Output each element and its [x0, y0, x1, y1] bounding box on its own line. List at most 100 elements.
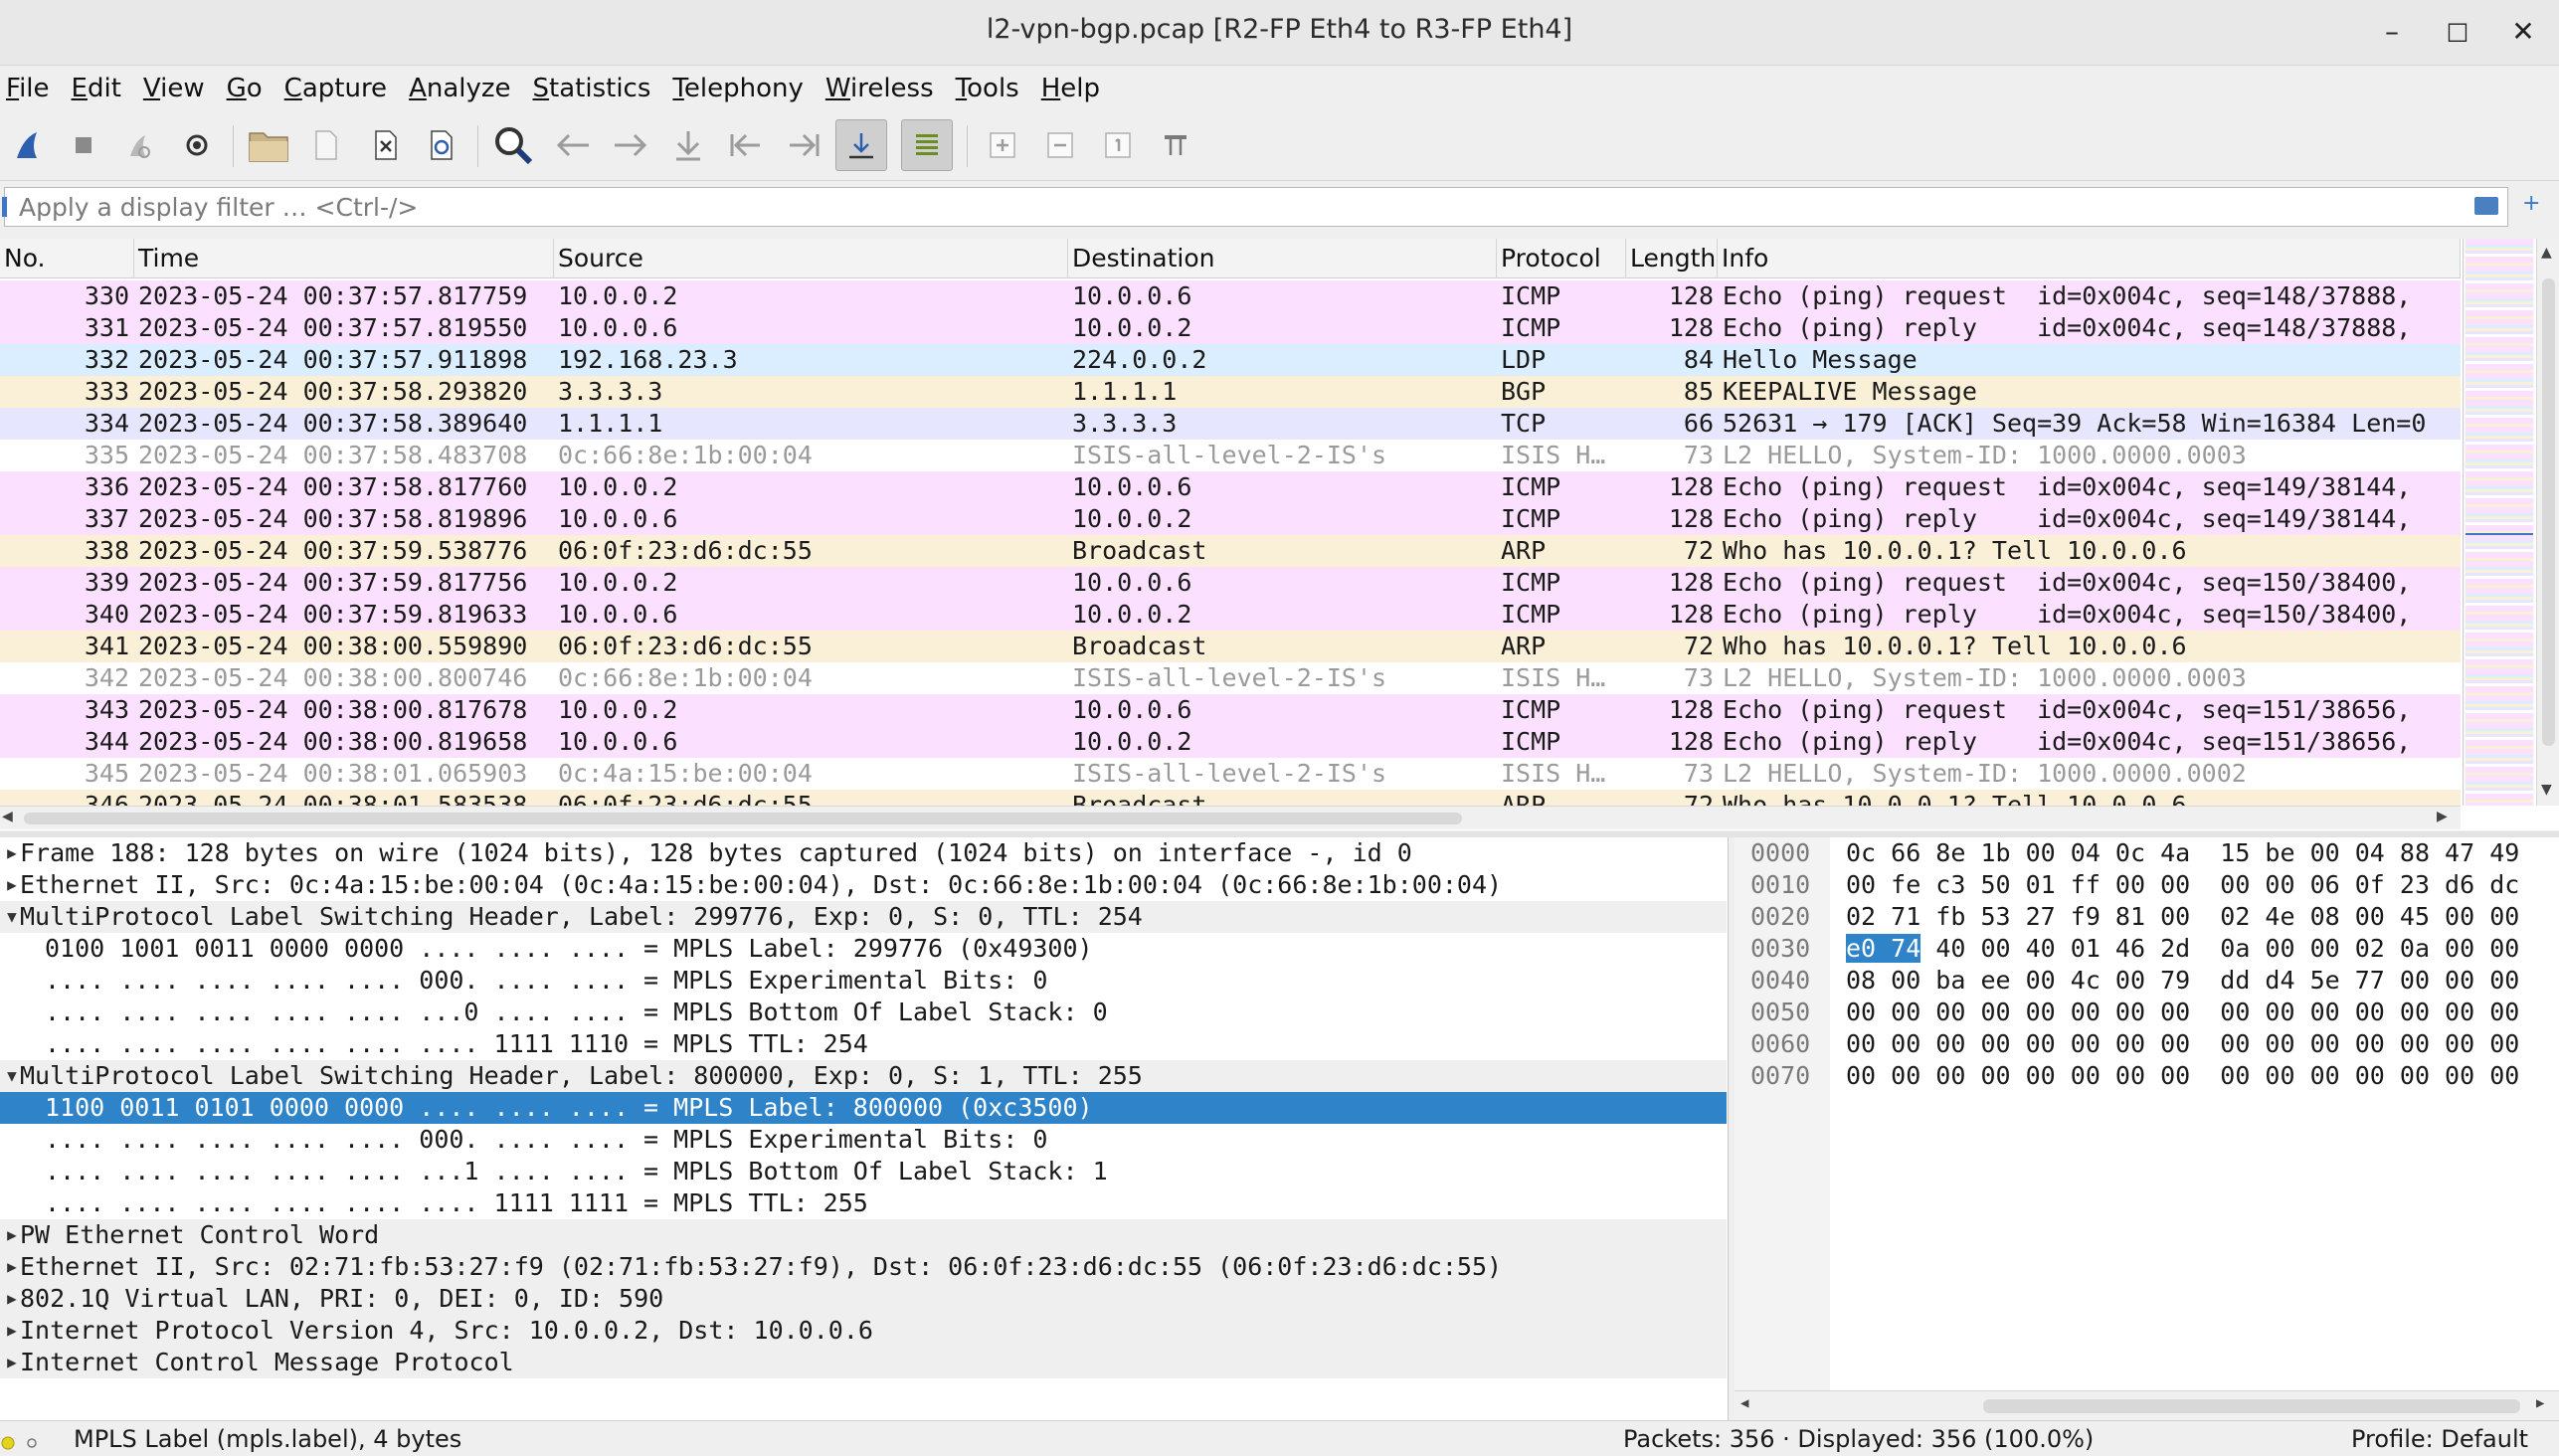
packet-list-horizontal-scrollbar[interactable]: ◀ ▶ [0, 806, 2461, 829]
tree-field-row[interactable]: .... .... .... .... .... 000. .... .... … [0, 1124, 1727, 1156]
bytes-scroll-thumb[interactable] [1983, 1399, 2520, 1413]
reload-file-button[interactable] [416, 119, 467, 171]
expand-arrow-icon[interactable]: ▶ [2, 1219, 22, 1251]
packet-row[interactable]: 339 2023-05-24 00:37:59.817756 10.0.0.2 10.… [0, 567, 2461, 599]
bytes-scroll-left-icon[interactable]: ◀ [1740, 1395, 1748, 1411]
start-capture-button[interactable] [2, 119, 54, 171]
bytes-scroll-right-icon[interactable]: ▶ [2536, 1395, 2544, 1411]
filter-expression-icon[interactable] [2474, 197, 2498, 215]
scroll-down-icon[interactable]: ▼ [2541, 782, 2552, 798]
tree-field-row[interactable]: .... .... .... .... .... .... 1111 1110 … [0, 1028, 1727, 1060]
menu-wireless[interactable]: Wireless [825, 74, 934, 103]
packet-row[interactable]: 335 2023-05-24 00:37:58.483708 0c:66:8e:1b… [0, 440, 2461, 471]
filter-bookmark-icon[interactable] [2, 197, 7, 217]
expert-info-icon[interactable] [0, 1428, 22, 1450]
packet-row[interactable]: 341 2023-05-24 00:38:00.559890 06:0f:23:d6… [0, 631, 2461, 662]
tree-field-row[interactable]: .... .... .... .... .... ...0 .... .... … [0, 997, 1727, 1028]
packet-row[interactable]: 333 2023-05-24 00:37:58.293820 3.3.3.3 1.1.… [0, 376, 2461, 408]
packet-row[interactable]: 337 2023-05-24 00:37:58.819896 10.0.0.6 10.… [0, 503, 2461, 535]
hex-bytes-row[interactable]: 02 71 fb 53 27 f9 81 00 02 4e 08 00 45 0… [1846, 901, 2559, 933]
hex-bytes-row[interactable]: 0c 66 8e 1b 00 04 0c 4a 15 be 00 04 88 4… [1846, 837, 2559, 869]
colorize-button[interactable] [901, 119, 953, 171]
find-packet-button[interactable] [487, 119, 539, 171]
column-header-time[interactable]: Time [134, 239, 554, 278]
restart-capture-button[interactable] [113, 119, 165, 171]
packet-row[interactable]: 330 2023-05-24 00:37:57.817759 10.0.0.2 10.… [0, 280, 2461, 312]
stop-capture-button[interactable] [58, 119, 109, 171]
tree-section-row[interactable]: ▼ MultiProtocol Label Switching Header, L… [0, 901, 1727, 933]
packet-row[interactable]: 338 2023-05-24 00:37:59.538776 06:0f:23:d6… [0, 535, 2461, 567]
scroll-right-icon[interactable]: ▶ [2437, 809, 2448, 824]
packet-minimap[interactable] [2463, 239, 2534, 806]
packet-row[interactable]: 342 2023-05-24 00:38:00.800746 0c:66:8e:1b… [0, 662, 2461, 694]
packet-row[interactable]: 346 2023-05-24 00:38:01.583538 06:0f:23:d6… [0, 790, 2461, 806]
go-back-button[interactable] [547, 119, 599, 171]
go-to-packet-button[interactable] [662, 119, 714, 171]
expand-arrow-icon[interactable]: ▶ [2, 1347, 22, 1378]
display-filter-input[interactable] [4, 187, 2508, 227]
packet-row[interactable]: 334 2023-05-24 00:37:58.389640 1.1.1.1 3.3.… [0, 408, 2461, 440]
open-file-button[interactable] [243, 119, 294, 171]
column-header-info[interactable]: Info [1718, 239, 2461, 278]
menu-telephony[interactable]: Telephony [672, 74, 803, 103]
menu-file[interactable]: File [6, 74, 50, 103]
hex-bytes-row[interactable]: 00 fe c3 50 01 ff 00 00 00 00 06 0f 23 d… [1846, 869, 2559, 901]
packet-row[interactable]: 343 2023-05-24 00:38:00.817678 10.0.0.2 10.… [0, 694, 2461, 726]
column-header-length[interactable]: Length [1626, 239, 1718, 278]
last-packet-button[interactable] [778, 119, 829, 171]
menu-statistics[interactable]: Statistics [533, 74, 651, 103]
hex-bytes-row[interactable]: 00 00 00 00 00 00 00 00 00 00 00 00 00 0… [1846, 997, 2559, 1028]
column-header-source[interactable]: Source [554, 239, 1068, 278]
tree-field-row[interactable]: 1100 0011 0101 0000 0000 .... .... .... … [0, 1092, 1727, 1124]
maximize-button[interactable]: □ [2433, 8, 2482, 54]
menu-edit[interactable]: Edit [72, 74, 121, 103]
scroll-up-icon[interactable]: ▲ [2541, 245, 2552, 261]
menu-capture[interactable]: Capture [284, 74, 387, 103]
tree-field-row[interactable]: .... .... .... .... .... ...1 .... .... … [0, 1156, 1727, 1187]
tree-section-row[interactable]: ▶ Frame 188: 128 bytes on wire (1024 bits… [0, 837, 1727, 869]
packet-row[interactable]: 340 2023-05-24 00:37:59.819633 10.0.0.6 10.… [0, 599, 2461, 631]
hex-bytes-row[interactable]: e0 74 40 00 40 01 46 2d 0a 00 00 02 0a 0… [1846, 933, 2559, 965]
tree-section-row[interactable]: ▶ Internet Control Message Protocol [0, 1347, 1727, 1378]
minimize-button[interactable]: – [2367, 8, 2417, 54]
add-filter-button-icon[interactable]: + [2522, 191, 2540, 216]
tree-section-row[interactable]: ▶ 802.1Q Virtual LAN, PRI: 0, DEI: 0, ID:… [0, 1283, 1727, 1315]
packet-row[interactable]: 345 2023-05-24 00:38:01.065903 0c:4a:15:be… [0, 758, 2461, 790]
menu-tools[interactable]: Tools [956, 74, 1019, 103]
tree-field-row[interactable]: 0100 1001 0011 0000 0000 .... .... .... … [0, 933, 1727, 965]
scroll-left-icon[interactable]: ◀ [2, 809, 13, 824]
tree-section-row[interactable]: ▶ Ethernet II, Src: 02:71:fb:53:27:f9 (02… [0, 1251, 1727, 1283]
capture-options-button[interactable] [171, 119, 223, 171]
tree-section-row[interactable]: ▶ PW Ethernet Control Word [0, 1219, 1727, 1251]
auto-scroll-button[interactable] [835, 119, 887, 171]
expand-arrow-icon[interactable]: ▶ [2, 1283, 22, 1315]
hex-bytes-row[interactable]: 08 00 ba ee 00 4c 00 79 dd d4 5e 77 00 0… [1846, 965, 2559, 997]
tree-section-row[interactable]: ▼ MultiProtocol Label Switching Header, L… [0, 1060, 1727, 1092]
close-file-button[interactable] [360, 119, 412, 171]
horizontal-scroll-thumb[interactable] [24, 813, 1462, 824]
menu-go[interactable]: Go [227, 74, 263, 103]
packet-row[interactable]: 332 2023-05-24 00:37:57.911898 192.168.23.… [0, 344, 2461, 376]
zoom-out-button[interactable] [1034, 119, 1086, 171]
column-header-destination[interactable]: Destination [1068, 239, 1497, 278]
collapse-arrow-icon[interactable]: ▼ [2, 901, 22, 933]
menu-view[interactable]: View [143, 74, 205, 103]
capture-comment-icon[interactable] [26, 1428, 48, 1450]
tree-section-row[interactable]: ▶ Internet Protocol Version 4, Src: 10.0.… [0, 1315, 1727, 1347]
resize-columns-button[interactable] [1150, 119, 1201, 171]
bytes-horizontal-scrollbar[interactable]: ◀ ▶ [1735, 1390, 2559, 1420]
menu-help[interactable]: Help [1041, 74, 1100, 103]
profile-indicator[interactable]: Profile: Default [2351, 1421, 2528, 1456]
packet-row[interactable]: 344 2023-05-24 00:38:00.819658 10.0.0.6 10.… [0, 726, 2461, 758]
packet-list-vertical-scrollbar[interactable]: ▲ ▼ [2536, 239, 2559, 806]
packet-row[interactable]: 331 2023-05-24 00:37:57.819550 10.0.0.6 10.… [0, 312, 2461, 344]
hex-bytes-row[interactable]: 00 00 00 00 00 00 00 00 00 00 00 00 00 0… [1846, 1060, 2559, 1092]
collapse-arrow-icon[interactable]: ▼ [2, 1060, 22, 1092]
column-header-no[interactable]: No. [0, 239, 134, 278]
column-header-protocol[interactable]: Protocol [1497, 239, 1626, 278]
expand-arrow-icon[interactable]: ▶ [2, 1251, 22, 1283]
vertical-scroll-thumb[interactable] [2542, 278, 2555, 746]
expand-arrow-icon[interactable]: ▶ [2, 1315, 22, 1347]
go-forward-button[interactable] [605, 119, 656, 171]
packet-row[interactable]: 336 2023-05-24 00:37:58.817760 10.0.0.2 10.… [0, 471, 2461, 503]
